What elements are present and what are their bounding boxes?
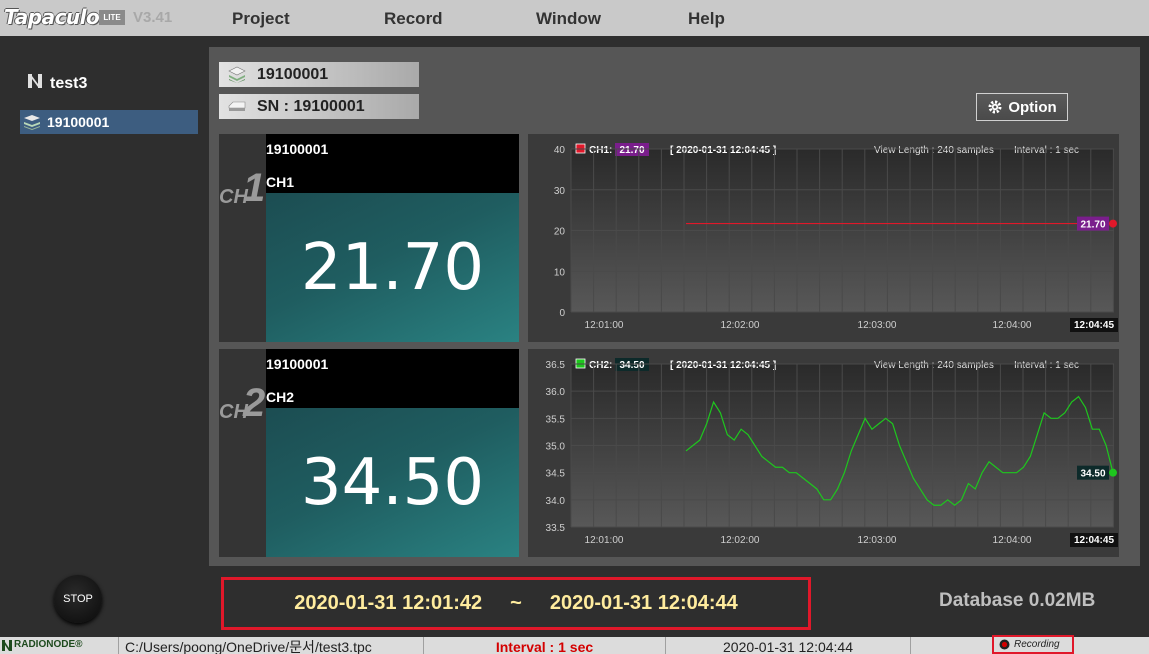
- chart-interval: Interval : 1 sec: [1014, 360, 1079, 371]
- sensor-device-icon: [228, 101, 246, 111]
- menu-window[interactable]: Window: [536, 9, 601, 29]
- x-tick-label: 12:01:00: [585, 535, 624, 546]
- channel-2-chart[interactable]: CH2: 34.50 [ 2020-01-31 12:04:45 ] View Len…: [528, 349, 1119, 557]
- chart-timestamp: [ 2020-01-31 12:04:45 ]: [670, 145, 776, 156]
- stop-button[interactable]: STOP: [54, 575, 102, 623]
- channel-1-tile[interactable]: CH 1 19100001 CH1 21.70: [219, 134, 519, 342]
- channel-2-serial: 19100001: [266, 356, 329, 372]
- status-bar: RADIONODE® C:/Users/poong/OneDrive/문서/te…: [0, 637, 1149, 654]
- legend-badge: 21.70: [619, 145, 644, 156]
- menu-bar: Tapaculo LITE V3.41 Project Record Windo…: [0, 0, 1149, 36]
- status-time: 2020-01-31 12:04:44: [665, 637, 910, 654]
- status-interval: Interval : 1 sec: [423, 637, 665, 654]
- x-tick-label: 12:02:00: [721, 535, 760, 546]
- y-tick-label: 34.5: [546, 469, 566, 480]
- range-start: 2020-01-31 12:01:42: [294, 592, 483, 614]
- channel-1-serial: 19100001: [266, 141, 329, 157]
- channel-2-header: 19100001 CH2: [266, 349, 519, 408]
- recording-indicator: Recording: [992, 635, 1074, 654]
- serial-number: SN : 19100001: [257, 97, 365, 115]
- x-tick-label: 12:01:00: [585, 320, 624, 331]
- channel-1-name: CH1: [266, 174, 295, 190]
- chart-svg: CH2: 34.50 [ 2020-01-31 12:04:45 ] View Len…: [546, 358, 1118, 547]
- channel-1-header: 19100001 CH1: [266, 134, 519, 193]
- x-tick-label: 12:04:00: [993, 535, 1032, 546]
- x-tick-label: 12:02:00: [721, 320, 760, 331]
- file-path: C:/Users/poong/OneDrive/문서/test3.tpc: [118, 637, 423, 654]
- range-end: 2020-01-31 12:04:44: [549, 592, 738, 614]
- y-tick-label: 36.0: [546, 387, 566, 398]
- project-label: test3: [50, 75, 88, 92]
- y-tick-label: 35.0: [546, 442, 566, 453]
- y-tick-label: 40: [554, 145, 566, 156]
- channel-2-value: 34.50: [300, 445, 485, 520]
- y-tick-label: 36.5: [546, 360, 566, 371]
- y-tick-label: 34.0: [546, 496, 566, 507]
- menu-project[interactable]: Project: [232, 9, 290, 29]
- project-node[interactable]: test3: [26, 69, 87, 93]
- option-button[interactable]: Option: [976, 93, 1068, 121]
- recording-label: Recording: [1014, 639, 1060, 650]
- brand-label: RADIONODE®: [14, 639, 83, 650]
- x-last-label: 12:04:45: [1074, 320, 1114, 331]
- chart-interval: Interval : 1 sec: [1014, 145, 1079, 156]
- y-tick-label: 33.5: [546, 523, 566, 534]
- channel-1-value: 21.70: [300, 230, 485, 305]
- y-tick-label: 20: [554, 227, 566, 238]
- device-name: 19100001: [257, 65, 329, 83]
- legend-label: CH2:: [589, 360, 612, 371]
- device-name-box: 19100001: [219, 62, 419, 87]
- stop-label: STOP: [63, 593, 93, 605]
- end-value-label: 21.70: [1080, 220, 1105, 231]
- channel-2-tile[interactable]: CH 2 19100001 CH2 34.50: [219, 349, 519, 557]
- channel-1-reading: 21.70: [266, 193, 519, 342]
- range-separator: ~: [510, 592, 522, 614]
- channel-1-label: CH 1: [219, 134, 266, 342]
- menu-help[interactable]: Help: [688, 9, 725, 29]
- gear-icon: [988, 100, 1002, 114]
- x-last-label: 12:04:45: [1074, 535, 1114, 546]
- project-icon: [26, 72, 44, 90]
- record-time-range: 2020-01-31 12:01:42 ~ 2020-01-31 12:04:4…: [221, 577, 811, 630]
- chart-timestamp: [ 2020-01-31 12:04:45 ]: [670, 360, 776, 371]
- view-length: View Length : 240 samples: [874, 145, 994, 156]
- radionode-logo-icon: [2, 640, 12, 651]
- y-tick-label: 35.5: [546, 414, 566, 425]
- series-end-point: [1109, 219, 1117, 228]
- x-tick-label: 12:03:00: [858, 535, 897, 546]
- record-icon: [999, 639, 1010, 650]
- edition-badge: LITE: [99, 10, 125, 25]
- app-logo: Tapaculo: [4, 5, 100, 29]
- end-value-label: 34.50: [1080, 469, 1105, 480]
- channel-1-chart[interactable]: CH1: 21.70 [ 2020-01-31 12:04:45 ] View Len…: [528, 134, 1119, 342]
- view-length: View Length : 240 samples: [874, 360, 994, 371]
- sidebar-device-item[interactable]: 19100001: [20, 110, 198, 134]
- serial-box: SN : 19100001: [219, 94, 419, 119]
- y-tick-label: 0: [559, 308, 565, 319]
- sidebar-device-label: 19100001: [47, 114, 110, 130]
- x-tick-label: 12:03:00: [858, 320, 897, 331]
- y-tick-label: 30: [554, 186, 566, 197]
- legend-label: CH1:: [589, 145, 612, 156]
- channel-2-reading: 34.50: [266, 408, 519, 557]
- y-tick-label: 10: [554, 267, 566, 278]
- series-end-point: [1109, 468, 1117, 477]
- channel-2-name: CH2: [266, 389, 295, 405]
- option-label: Option: [1008, 98, 1057, 116]
- menu-record[interactable]: Record: [384, 9, 443, 29]
- legend-badge: 34.50: [619, 360, 644, 371]
- device-stack-icon: [24, 115, 40, 130]
- database-size: Database 0.02MB: [939, 590, 1096, 611]
- device-stack-icon: [228, 66, 246, 83]
- chart-svg: CH1: 21.70 [ 2020-01-31 12:04:45 ] View Len…: [554, 143, 1118, 332]
- app-version: V3.41: [133, 9, 173, 26]
- x-tick-label: 12:04:00: [993, 320, 1032, 331]
- channel-2-label: CH 2: [219, 349, 266, 557]
